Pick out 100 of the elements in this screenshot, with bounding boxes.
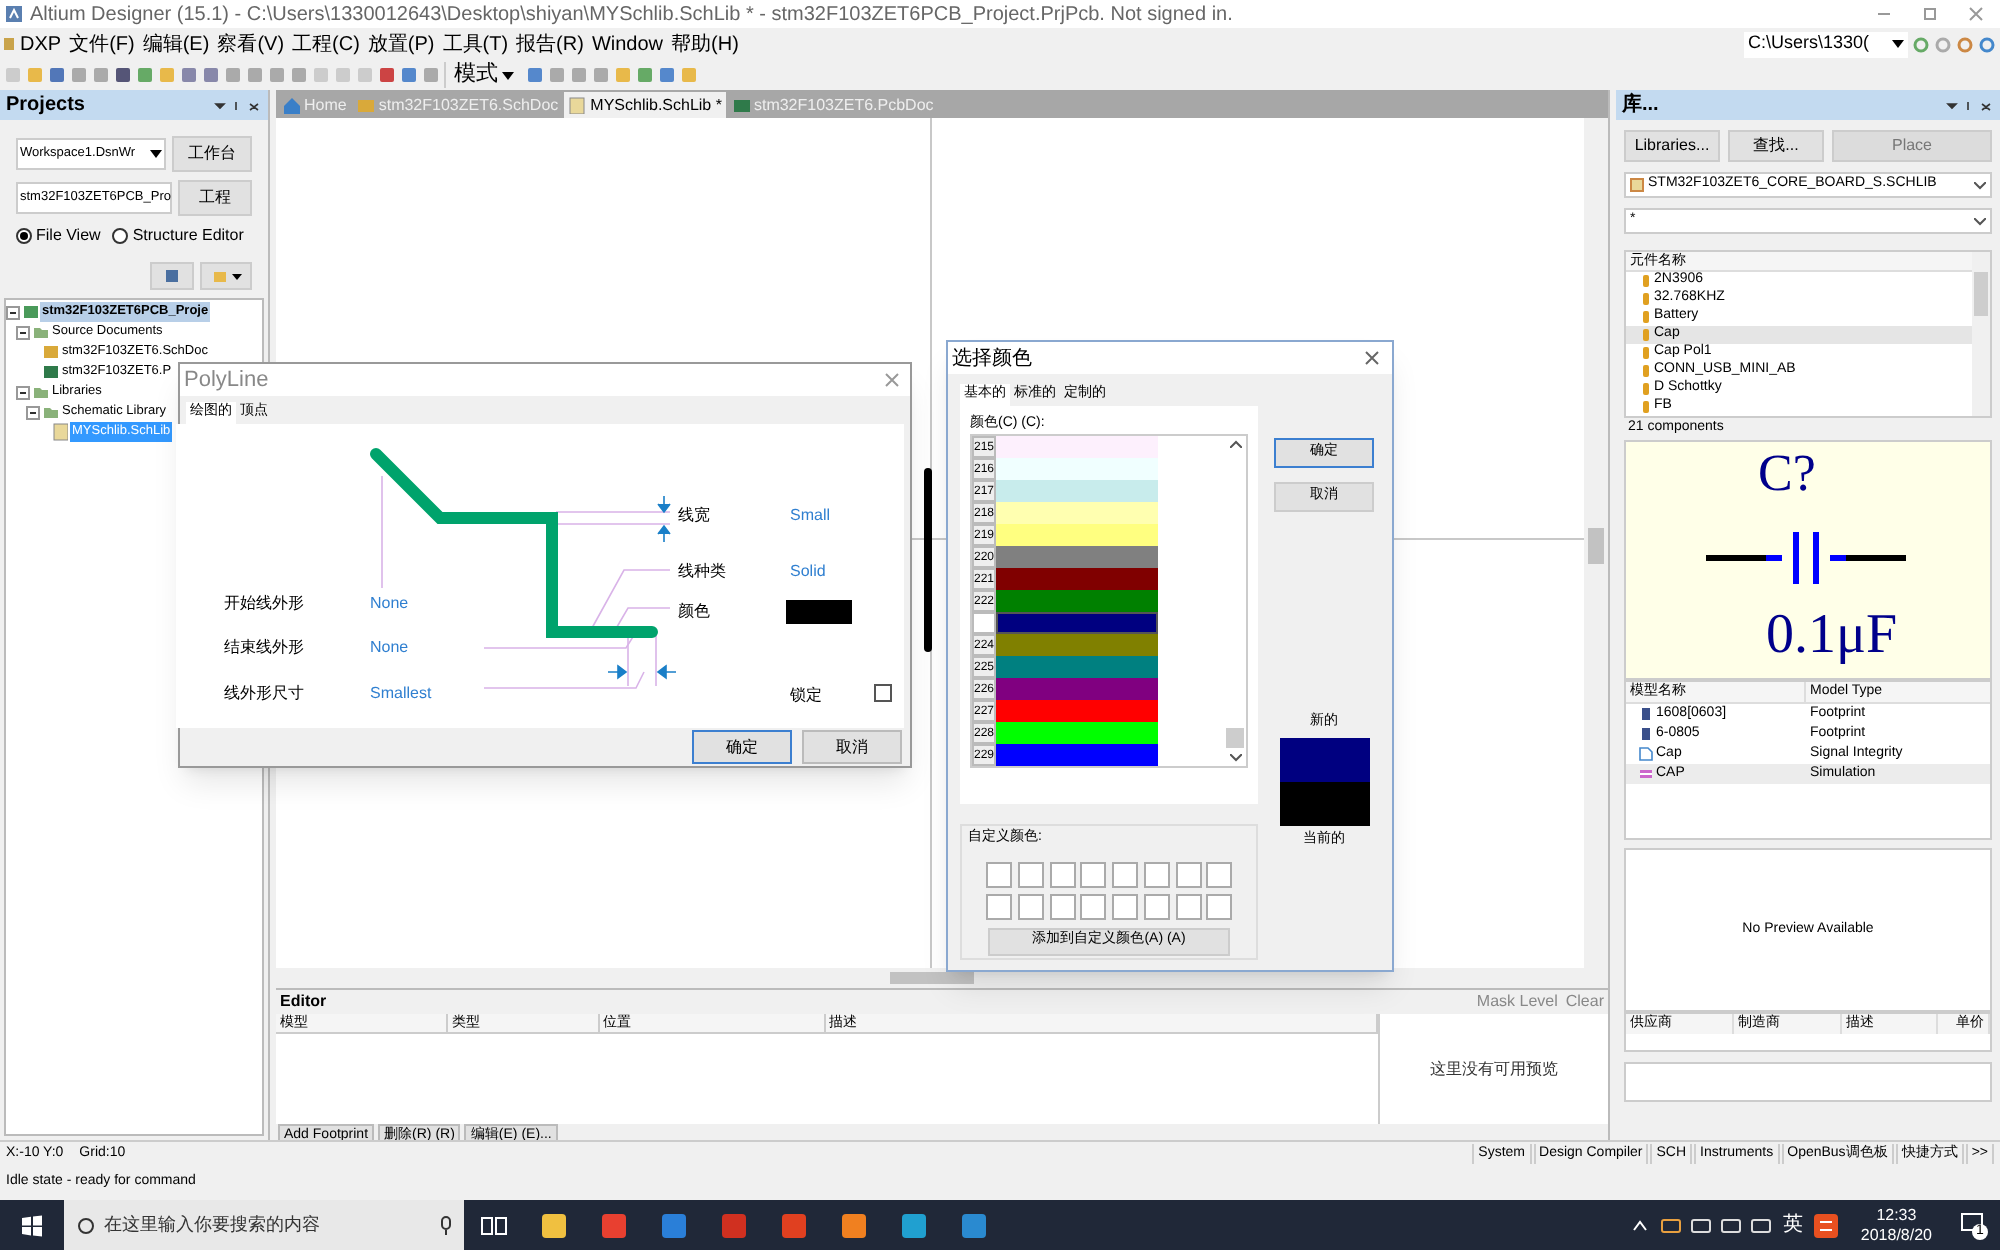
color-swatch[interactable] bbox=[996, 524, 1158, 546]
expand-toggle-icon[interactable] bbox=[26, 405, 40, 419]
color-swatch[interactable] bbox=[996, 458, 1158, 480]
app-icon[interactable] bbox=[840, 1211, 868, 1239]
color-swatch[interactable] bbox=[996, 722, 1158, 744]
app-icon[interactable] bbox=[600, 1211, 628, 1239]
custom-color-slot[interactable] bbox=[1175, 893, 1201, 919]
custom-color-slot[interactable] bbox=[1143, 893, 1170, 919]
start-icon[interactable] bbox=[20, 1213, 44, 1237]
color-swatch[interactable] bbox=[996, 634, 1158, 656]
expand-toggle-icon[interactable] bbox=[16, 385, 30, 399]
color-swatch[interactable] bbox=[996, 678, 1158, 700]
tray-icon[interactable] bbox=[1750, 1215, 1773, 1235]
close-icon[interactable] bbox=[884, 372, 900, 388]
close-icon[interactable] bbox=[1968, 6, 1984, 22]
mode-dropdown[interactable]: 模式 bbox=[444, 62, 522, 88]
color-swatch[interactable] bbox=[996, 436, 1158, 458]
input-method-indicator[interactable]: 英 bbox=[1782, 1210, 1803, 1240]
menu-item[interactable]: 帮助(H) bbox=[667, 29, 743, 59]
panel-button[interactable]: Libraries... bbox=[1624, 130, 1720, 162]
vertical-scrollbar[interactable] bbox=[1224, 436, 1246, 766]
icon-button[interactable] bbox=[150, 262, 194, 290]
color-swatch[interactable] bbox=[996, 480, 1158, 502]
menu-item[interactable]: 文件(F) bbox=[65, 29, 139, 59]
app-icon[interactable] bbox=[900, 1211, 928, 1239]
caret-icon bbox=[502, 71, 514, 79]
tray-expand-icon[interactable] bbox=[1632, 1219, 1649, 1231]
custom-color-slot[interactable] bbox=[1175, 861, 1201, 887]
color-swatch[interactable] bbox=[996, 656, 1158, 678]
color-number[interactable] bbox=[972, 612, 996, 634]
vertical-scrollbar[interactable] bbox=[1972, 252, 1990, 416]
field-label: 颜色 bbox=[678, 600, 710, 624]
panel-button[interactable]: 查找... bbox=[1728, 130, 1824, 162]
radio-button[interactable] bbox=[112, 228, 129, 244]
cancel-button[interactable]: 取消 bbox=[802, 730, 902, 764]
panel-title: Projects bbox=[6, 92, 87, 120]
lock-checkbox[interactable] bbox=[874, 684, 892, 702]
document-icon bbox=[164, 268, 180, 284]
menu-item[interactable]: DXP bbox=[16, 29, 66, 59]
custom-color-slot[interactable] bbox=[1049, 861, 1075, 887]
custom-color-slot[interactable] bbox=[1206, 893, 1233, 919]
task-view-icon[interactable] bbox=[480, 1215, 508, 1235]
custom-color-slot[interactable] bbox=[986, 861, 1012, 887]
custom-color-slot[interactable] bbox=[986, 893, 1012, 919]
color-swatch[interactable] bbox=[996, 590, 1158, 612]
tray-app-icon[interactable] bbox=[1814, 1213, 1839, 1237]
color-swatch[interactable] bbox=[996, 568, 1158, 590]
custom-color-slot[interactable] bbox=[1017, 893, 1044, 919]
color-swatch[interactable] bbox=[996, 612, 1158, 634]
menu-item[interactable]: 放置(P) bbox=[363, 29, 439, 59]
panel-button[interactable]: 工程 bbox=[178, 180, 252, 216]
menu-item[interactable]: 工具(T) bbox=[438, 29, 513, 59]
custom-color-slot[interactable] bbox=[1017, 861, 1044, 887]
scroll-thumb[interactable] bbox=[1974, 272, 1988, 316]
app-icon[interactable] bbox=[960, 1211, 988, 1239]
menu-item[interactable]: 察看(V) bbox=[213, 29, 289, 59]
app-icon[interactable] bbox=[660, 1211, 688, 1239]
radio-button[interactable] bbox=[16, 228, 32, 244]
color-swatch[interactable] bbox=[996, 744, 1158, 766]
icon-button[interactable] bbox=[200, 262, 252, 290]
menu-item[interactable]: 工程(C) bbox=[288, 29, 364, 59]
color-swatch[interactable] bbox=[996, 502, 1158, 524]
color-swatch[interactable] bbox=[786, 600, 852, 624]
custom-color-slot[interactable] bbox=[1112, 893, 1138, 919]
custom-color-slot[interactable] bbox=[1143, 861, 1170, 887]
panel-controls-icon[interactable] bbox=[214, 99, 262, 111]
menu-item[interactable]: 报告(R) bbox=[512, 29, 588, 59]
close-icon[interactable] bbox=[1364, 350, 1380, 366]
tray-icon[interactable] bbox=[1660, 1215, 1683, 1235]
clock-date[interactable]: 2018/8/20 bbox=[1860, 1225, 1932, 1245]
path-dropdown[interactable]: C:\Users\1330( bbox=[1744, 31, 1908, 57]
ok-button[interactable]: 确定 bbox=[692, 730, 792, 764]
caret-icon bbox=[1974, 217, 1986, 225]
custom-color-slot[interactable] bbox=[1206, 861, 1233, 887]
tray-icon[interactable] bbox=[1690, 1215, 1713, 1235]
caret-icon bbox=[149, 150, 162, 158]
custom-color-slot[interactable] bbox=[1112, 861, 1138, 887]
folder-icon bbox=[32, 322, 48, 342]
maximize-icon[interactable] bbox=[1922, 6, 1938, 22]
custom-color-slot[interactable] bbox=[1049, 893, 1075, 919]
scroll-thumb[interactable] bbox=[1588, 528, 1604, 564]
app-icon[interactable] bbox=[540, 1211, 568, 1239]
search-field[interactable]: 在这里输入你要搜索的内容 bbox=[64, 1200, 464, 1250]
field-value: None bbox=[370, 636, 409, 660]
color-swatch[interactable] bbox=[996, 700, 1158, 722]
menu-item[interactable]: 编辑(E) bbox=[138, 29, 214, 59]
expand-toggle-icon[interactable] bbox=[16, 325, 30, 339]
clock-time[interactable]: 12:33 bbox=[1876, 1205, 1917, 1225]
panel-controls-icon[interactable] bbox=[1946, 99, 1994, 111]
document-tab[interactable]: MYSchlib.SchLib * bbox=[564, 92, 726, 118]
scroll-thumb[interactable] bbox=[890, 972, 974, 984]
color-swatch[interactable] bbox=[996, 546, 1158, 568]
scroll-thumb[interactable] bbox=[1226, 728, 1244, 748]
custom-color-slot[interactable] bbox=[1080, 893, 1107, 919]
tray-icon[interactable] bbox=[1720, 1215, 1743, 1235]
field-label: 锁定 bbox=[790, 684, 822, 708]
panel-button[interactable]: 工作台 bbox=[171, 136, 252, 172]
menu-item[interactable]: Window bbox=[587, 29, 668, 59]
expand-toggle-icon[interactable] bbox=[6, 305, 20, 319]
custom-color-slot[interactable] bbox=[1080, 861, 1107, 887]
